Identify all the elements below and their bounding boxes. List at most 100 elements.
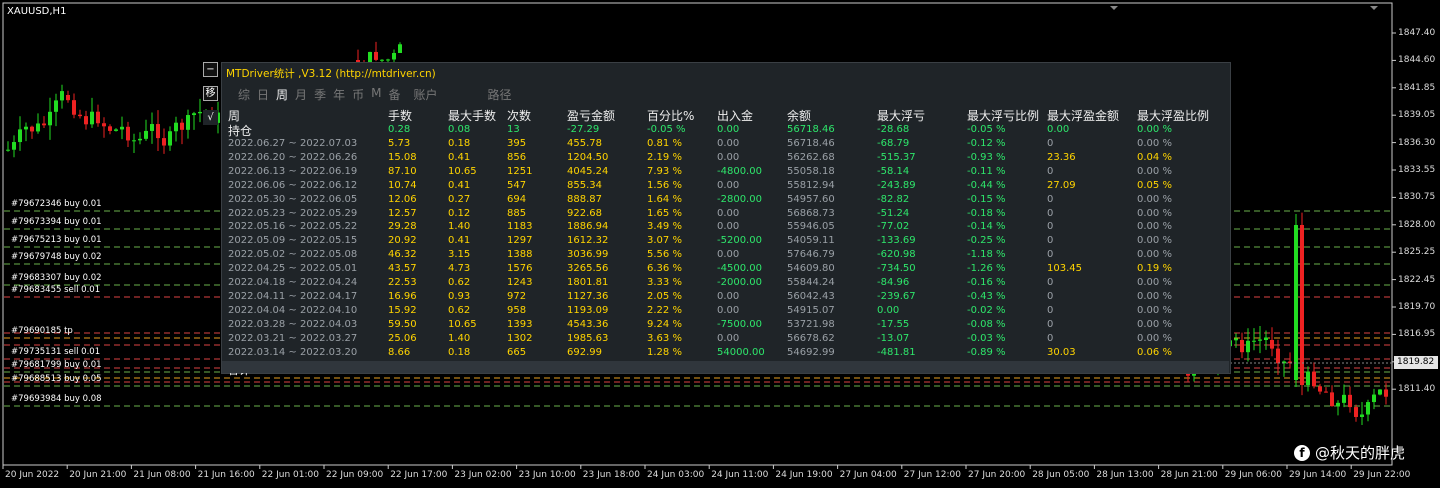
candle-body	[368, 51, 372, 62]
candle-body	[1360, 414, 1364, 417]
candle-body	[150, 124, 154, 131]
column-header[interactable]: 余额	[787, 107, 811, 124]
tab-0[interactable]: 综	[238, 86, 250, 103]
tab-2[interactable]: 周	[276, 86, 288, 103]
cell: 2022.04.25 ~ 2022.05.01	[228, 263, 358, 275]
cell: 885	[507, 207, 527, 219]
candle-body	[36, 123, 40, 132]
cell: 0	[1047, 165, 1054, 177]
cell: -0.05 %	[967, 124, 1006, 135]
cell: 2022.06.20 ~ 2022.06.26	[228, 151, 358, 163]
cell: 0.62	[448, 304, 471, 316]
cell: -0.44 %	[967, 179, 1006, 191]
cell: 1.65 %	[647, 207, 682, 219]
price-tick: 1816.95	[1398, 329, 1436, 340]
candle-body	[380, 59, 384, 61]
check-button[interactable]: √	[203, 110, 218, 125]
cell: 692.99	[567, 346, 602, 358]
cell: 5.56 %	[647, 249, 682, 261]
table-row: 2022.04.11 ~ 2022.04.17 16.96 0.93 972 1127.…	[224, 291, 1229, 304]
cell: 56678.62	[787, 332, 835, 344]
candle-body	[1300, 225, 1304, 385]
column-header[interactable]: 手数	[388, 107, 412, 124]
candle-body	[1246, 340, 1250, 353]
cell: 4543.36	[567, 318, 609, 330]
candle-body	[120, 126, 124, 130]
cell: -0.02 %	[967, 304, 1006, 316]
cell: 922.68	[567, 207, 602, 219]
cell: 0.00	[1047, 124, 1070, 135]
column-header[interactable]: 最大浮盈比例	[1137, 107, 1209, 124]
cell: 56042.43	[787, 290, 835, 302]
candle-body	[174, 122, 178, 132]
column-header[interactable]: 最大浮亏	[877, 107, 925, 124]
column-header[interactable]: 最大浮盈金额	[1047, 107, 1119, 124]
cell: 0.00 %	[1137, 193, 1172, 205]
tab-5[interactable]: 年	[333, 86, 345, 103]
candle-body	[60, 91, 64, 101]
candle-body	[1336, 402, 1340, 407]
cell: 0.93	[448, 290, 471, 302]
cell: 1251	[507, 165, 533, 177]
tab-10[interactable]: 路径	[488, 86, 512, 103]
price-tick: 1811.40	[1398, 384, 1436, 395]
tab-1[interactable]: 日	[257, 86, 269, 103]
cell: 0	[1047, 318, 1054, 330]
column-header[interactable]: 出入金	[717, 107, 753, 124]
candle-body	[1384, 389, 1388, 397]
cell: 3265.56	[567, 263, 609, 275]
candle-body	[72, 100, 76, 115]
table-row: 2022.05.23 ~ 2022.05.29 12.57 0.12 885 922.6…	[224, 208, 1229, 221]
cell: 0.00	[717, 304, 740, 316]
watermark: f @秋天的胖虎	[1294, 442, 1405, 463]
column-header[interactable]: 盈亏金额	[567, 107, 615, 124]
table-row: 2022.03.21 ~ 2022.03.27 25.06 1.40 1302 1985…	[224, 333, 1229, 346]
cell: -4800.00	[717, 165, 762, 177]
order-label: #79690185 tp	[11, 326, 73, 336]
cell: -620.98	[877, 249, 916, 261]
move-button[interactable]: 移	[203, 86, 218, 101]
candle-body	[132, 140, 136, 142]
cell: -0.12 %	[967, 138, 1006, 149]
cell: 0.00	[877, 304, 900, 316]
candle-body	[1234, 338, 1238, 341]
price-tick: 1822.45	[1398, 274, 1436, 285]
cell: 0.00	[717, 249, 740, 261]
cell: 0.62	[448, 277, 471, 288]
candle-body	[386, 59, 390, 61]
column-header[interactable]: 最大手数	[448, 107, 496, 124]
cell: 972	[507, 290, 527, 302]
cell: 6.36 %	[647, 263, 682, 275]
tab-8[interactable]: 备	[388, 86, 400, 103]
time-tick: 24 Jun 03:00	[647, 470, 705, 480]
column-header[interactable]: 次数	[507, 107, 531, 124]
candle-body	[180, 122, 184, 130]
cell: 0	[1047, 138, 1054, 149]
column-header[interactable]: 最大浮亏比例	[967, 107, 1039, 124]
tab-9[interactable]: 账户	[413, 86, 437, 103]
tab-6[interactable]: 币	[352, 86, 364, 103]
cell: 53721.98	[787, 318, 835, 330]
cell: 0.00	[717, 124, 740, 135]
minimize-button[interactable]: −	[203, 62, 218, 77]
tab-4[interactable]: 季	[314, 86, 326, 103]
column-header[interactable]: 百分比%	[647, 107, 694, 124]
candle-body	[168, 131, 172, 146]
cell: 103.45	[1047, 263, 1082, 275]
cell: 56868.73	[787, 207, 835, 219]
table-row: 2022.03.28 ~ 2022.04.03 59.50 10.65 1393 454…	[224, 319, 1229, 332]
cell: 46.32	[388, 249, 417, 261]
cell: 547	[507, 179, 527, 191]
cell: 2022.04.04 ~ 2022.04.10	[228, 304, 358, 316]
cell: 4.73	[448, 263, 471, 275]
cell: -51.24	[877, 207, 910, 219]
tab-3[interactable]: 月	[295, 86, 307, 103]
tab-7[interactable]: M	[371, 86, 381, 103]
candle-body	[1258, 339, 1262, 341]
cell: -0.43 %	[967, 290, 1006, 302]
cell: 958	[507, 304, 527, 316]
cell: 1.28 %	[647, 346, 682, 358]
cell: 2022.03.21 ~ 2022.03.27	[228, 332, 358, 344]
order-label: #79735131 sell 0.01	[11, 347, 101, 357]
time-tick: 23 Jun 02:00	[454, 470, 512, 480]
